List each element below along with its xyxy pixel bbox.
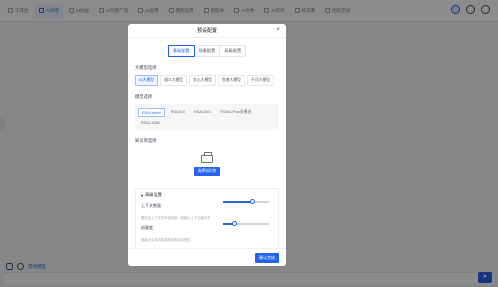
modal-header: 预设配置 × <box>128 24 286 38</box>
submodel-option[interactable]: RSAI-3in1 <box>191 108 214 117</box>
submodel-options: RSAI-turbo RSAI4.0 RSAI-3in1 RSAI4-Plus多模态 R… <box>135 104 279 130</box>
tab-basic[interactable]: 基础配置 <box>167 45 195 57</box>
temperature-slider[interactable] <box>223 221 269 226</box>
advanced-title[interactable]: ▾ 高级设置 <box>141 192 273 198</box>
kb-area: 选择知识库 <box>135 146 279 184</box>
chevron-down-icon: ▾ <box>141 192 144 198</box>
temperature-slider-knob[interactable] <box>232 221 237 226</box>
close-icon[interactable]: × <box>276 27 280 33</box>
confirm-button[interactable]: 确认完成 <box>255 253 279 263</box>
modal-footer: 确认完成 <box>128 248 286 266</box>
advanced-title-label: 高级设置 <box>145 192 162 197</box>
tab-scene[interactable]: 场景配置 <box>194 45 221 57</box>
kb-section-title: 知识库选择 <box>135 138 157 143</box>
submodel-option[interactable]: RSAI-128K <box>138 119 163 126</box>
select-kb-button[interactable]: 选择知识库 <box>193 166 221 176</box>
context-slider[interactable] <box>223 199 269 204</box>
tab-advanced[interactable]: 高级配置 <box>220 45 247 57</box>
model-option[interactable]: 智谱大模型 <box>217 75 245 86</box>
model-option[interactable]: 文心大模型 <box>188 75 216 86</box>
model-options: AI大模型 通义大模型 文心大模型 智谱大模型 千问大模型 <box>135 75 279 86</box>
model-section-title: 大模型选择 <box>135 65 157 70</box>
modal-title: 预设配置 <box>196 28 217 34</box>
temperature-description: 值越大生成内容越多样和具创造性 <box>141 238 191 242</box>
submodel-option[interactable]: RSAI4.0 <box>168 108 188 117</box>
model-option[interactable]: AI大模型 <box>135 75 158 86</box>
context-description: 要包含上下文的对话轮数，值越大上下文越丰富 <box>141 216 211 220</box>
submodel-section-title: 模型选择 <box>135 94 153 99</box>
model-option[interactable]: 通义大模型 <box>159 75 187 86</box>
preset-config-modal: 预设配置 × 基础配置 场景配置 高级配置 大模型选择 AI大模型 通义大模型 文心… <box>128 24 286 266</box>
submodel-option[interactable]: RSAI-turbo <box>138 108 165 117</box>
model-option[interactable]: 千问大模型 <box>246 75 274 86</box>
submodel-option[interactable]: RSAI4-Plus多模态 <box>217 108 254 117</box>
box-icon <box>201 151 213 163</box>
advanced-settings: ▾ 高级设置 上下文数量 要包含上下文的对话轮数，值越大上下文越丰富 创意度 值… <box>135 188 279 249</box>
config-tabs: 基础配置 场景配置 高级配置 <box>128 45 286 57</box>
